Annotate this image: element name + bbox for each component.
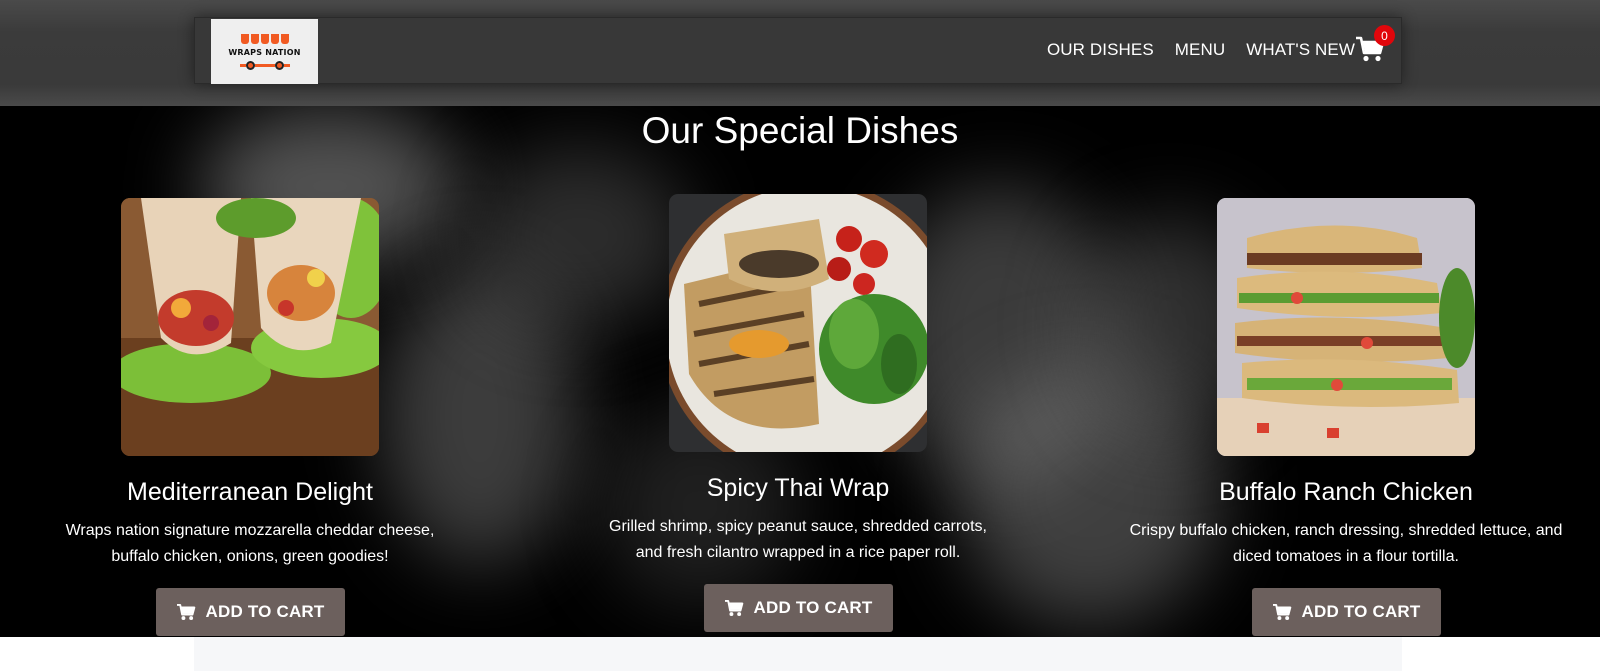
- dish-name: Mediterranean Delight: [127, 478, 373, 506]
- dish-name: Buffalo Ranch Chicken: [1219, 478, 1473, 506]
- dish-description: Crispy buffalo chicken, ranch dressing, …: [1129, 522, 1563, 565]
- nav-our-dishes[interactable]: OUR DISHES: [1047, 40, 1154, 60]
- nav-links: OUR DISHES MENU WHAT'S NEW: [1047, 40, 1355, 60]
- dish-card: Spicy Thai Wrap Grilled shrimp, spicy pe…: [578, 194, 1018, 632]
- brand-logo[interactable]: WRAPS NATION: [211, 19, 318, 84]
- dish-description: Grilled shrimp, spicy peanut sauce, shre…: [609, 518, 987, 561]
- dish-image: [1217, 198, 1475, 456]
- nav-whats-new[interactable]: WHAT'S NEW: [1246, 40, 1355, 60]
- dish-image: [669, 194, 927, 452]
- cart-count-badge: 0: [1374, 25, 1395, 46]
- dish-card: Mediterranean Delight Wraps nation signa…: [30, 198, 470, 636]
- nav-menu[interactable]: MENU: [1175, 40, 1225, 60]
- cart-icon: [176, 603, 195, 621]
- add-to-cart-button[interactable]: ADD TO CART: [155, 588, 345, 636]
- special-dishes-section: Our Special Dishes Mediterranean Delight…: [0, 106, 1600, 637]
- awning-icon: [240, 33, 289, 44]
- logo-text: WRAPS NATION: [228, 47, 301, 57]
- navbar: WRAPS NATION OUR DISHES MENU WHAT'S NEW: [194, 17, 1402, 84]
- cart-icon: [1272, 603, 1291, 621]
- add-to-cart-button[interactable]: ADD TO CART: [1251, 588, 1441, 636]
- truck-wheels-icon: [239, 60, 290, 70]
- dish-image: [121, 198, 379, 456]
- add-to-cart-label: ADD TO CART: [1301, 602, 1421, 621]
- dish-card: Buffalo Ranch Chicken Crispy buffalo chi…: [1126, 198, 1566, 636]
- dish-name: Spicy Thai Wrap: [706, 474, 890, 502]
- add-to-cart-button[interactable]: ADD TO CART: [703, 584, 893, 632]
- next-section-strip: [194, 637, 1402, 671]
- header-band: WRAPS NATION OUR DISHES MENU WHAT'S NEW …: [0, 0, 1600, 106]
- section-title: Our Special Dishes: [641, 110, 959, 151]
- add-to-cart-label: ADD TO CART: [753, 598, 873, 617]
- add-to-cart-label: ADD TO CART: [205, 602, 325, 621]
- cart-icon: [724, 599, 743, 617]
- dish-description: Wraps nation signature mozzarella chedda…: [65, 522, 435, 565]
